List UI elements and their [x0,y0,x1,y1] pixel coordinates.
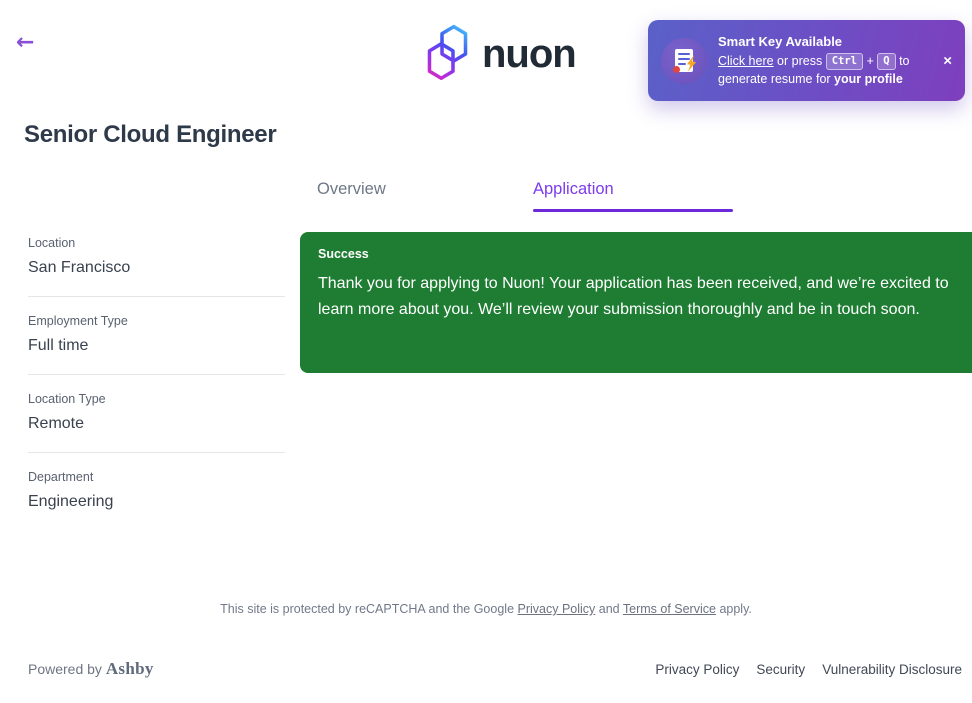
detail-label: Department [28,470,94,484]
footer-vulnerability-link[interactable]: Vulnerability Disclosure [822,662,962,677]
job-application-page: ← nuon Smart Key Available Click here or… [0,0,972,703]
detail-label: Employment Type [28,314,128,328]
success-message: Thank you for applying to Nuon! Your app… [318,275,949,318]
detail-value: Remote [28,415,85,432]
success-title: Success [318,247,369,261]
success-banner: Success Thank you for applying to Nuon! … [300,232,972,373]
active-tab-underline [533,209,733,212]
powered-by: Powered by Ashby [28,659,154,679]
detail-value: Full time [28,337,89,354]
toast-text-profile: your profile [834,72,903,86]
footer-privacy-policy-link[interactable]: Privacy Policy [655,662,739,677]
tab-application[interactable]: Application [533,180,614,199]
tab-overview[interactable]: Overview [317,180,386,199]
detail-value: Engineering [28,493,114,510]
detail-location-type: Location Type Remote [28,392,285,453]
q-key: Q [877,53,896,70]
recaptcha-text: This site is protected by reCAPTCHA and … [220,602,518,616]
recaptcha-and: and [595,602,623,616]
job-details-sidebar: Location San Francisco Employment Type F… [28,236,285,547]
detail-location: Location San Francisco [28,236,285,297]
toast-plus: + [866,54,874,68]
nuon-logo-icon [424,21,471,92]
toast-title: Smart Key Available [718,34,843,49]
detail-value: San Francisco [28,259,131,276]
detail-label: Location [28,236,76,250]
detail-employment-type: Employment Type Full time [28,314,285,375]
nuon-logo: nuon [424,21,577,92]
footer-security-link[interactable]: Security [756,662,805,677]
resume-doc-icon [661,37,707,84]
toast-close-icon[interactable]: × [943,52,952,69]
recaptcha-suffix: apply. [715,602,752,616]
nuon-logo-text: nuon [482,31,577,76]
page-title: Senior Cloud Engineer [24,121,277,148]
footer: Powered by Ashby Privacy Policy Security… [28,659,962,679]
footer-links: Privacy Policy Security Vulnerability Di… [655,662,962,677]
toast-body: Smart Key Available Click here or press … [707,24,965,97]
toast-text: or press [773,54,826,68]
google-terms-link[interactable]: Terms of Service [623,602,716,616]
click-here-link[interactable]: Click here [718,54,774,68]
powered-by-text: Powered by [28,661,106,677]
ashby-brand-link[interactable]: Ashby [106,659,154,678]
toast-text-to: to [895,54,910,68]
detail-department: Department Engineering [28,470,285,530]
toast-line-shortcut: Click here or press Ctrl + Q to [718,52,939,70]
toast-line-generate: generate resume for your profile [718,70,939,88]
smart-key-toast: Smart Key Available Click here or press … [648,20,965,101]
detail-label: Location Type [28,392,106,406]
ctrl-key: Ctrl [825,53,863,70]
back-button[interactable]: ← [16,32,34,54]
google-privacy-policy-link[interactable]: Privacy Policy [518,602,596,616]
red-dot-icon [673,66,680,73]
toast-text-generate: generate resume for [718,72,835,86]
recaptcha-notice: This site is protected by reCAPTCHA and … [0,602,972,616]
